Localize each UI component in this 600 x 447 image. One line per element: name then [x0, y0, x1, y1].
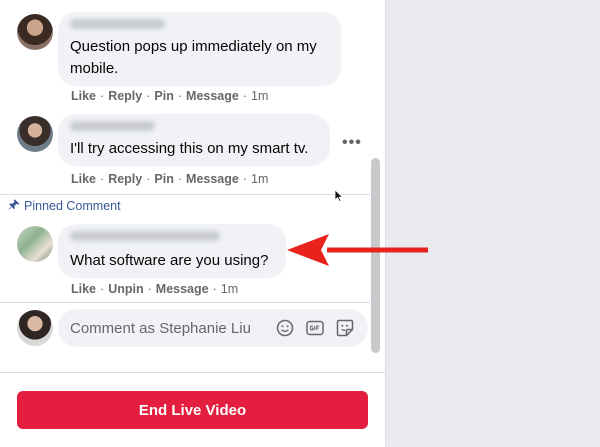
reply-link[interactable]: Reply — [108, 89, 142, 103]
like-link[interactable]: Like — [71, 89, 96, 103]
reply-link[interactable]: Reply — [108, 172, 142, 186]
comment-text: I'll try accessing this on my smart tv. — [70, 140, 309, 157]
comment-bubble: What software are you using? — [58, 224, 286, 278]
comment-timestamp: 1m — [220, 282, 239, 296]
pin-link[interactable]: Pin — [154, 89, 173, 103]
commenter-name-blurred[interactable] — [70, 231, 220, 241]
comment-timestamp: 1m — [251, 172, 269, 186]
comment-text: What software are you using? — [70, 252, 269, 269]
gif-icon[interactable] — [306, 319, 324, 337]
user-avatar — [17, 310, 53, 346]
commenter-avatar[interactable] — [17, 226, 53, 262]
comment-actions: Like · Reply · Pin · Message · 1m — [71, 172, 269, 186]
commenter-name-blurred[interactable] — [70, 121, 155, 131]
comment-composer[interactable] — [58, 309, 368, 347]
comment-text: Question pops up immediately on my — [70, 38, 317, 55]
message-link[interactable]: Message — [186, 172, 239, 186]
pin-link[interactable]: Pin — [154, 172, 173, 186]
video-area-background — [386, 0, 600, 446]
commenter-avatar[interactable] — [17, 14, 53, 50]
comment-text: mobile. — [70, 60, 119, 77]
message-link[interactable]: Message — [156, 282, 209, 296]
comment-bubble: Question pops up immediately on my mobil… — [58, 12, 341, 86]
more-options-icon[interactable]: ••• — [342, 134, 362, 152]
comment-actions: Like · Reply · Pin · Message · 1m — [71, 89, 269, 103]
emoji-icon[interactable] — [276, 319, 294, 337]
unpin-link[interactable]: Unpin — [108, 282, 143, 296]
like-link[interactable]: Like — [71, 172, 96, 186]
commenter-name-blurred[interactable] — [70, 19, 165, 29]
annotation-arrow — [287, 234, 428, 266]
live-controls-footer: End Live Video — [0, 372, 385, 447]
pinned-divider — [0, 194, 370, 195]
mouse-cursor-icon — [334, 189, 344, 203]
live-comments-panel: Question pops up immediately on my mobil… — [0, 0, 386, 447]
comment-bubble: I'll try accessing this on my smart tv. — [58, 114, 330, 166]
composer-divider — [0, 302, 370, 303]
comment-actions: Like · Unpin · Message · 1m — [71, 282, 239, 296]
message-link[interactable]: Message — [186, 89, 239, 103]
pinned-comment-header: Pinned Comment — [8, 199, 121, 213]
like-link[interactable]: Like — [71, 282, 96, 296]
commenter-avatar[interactable] — [17, 116, 53, 152]
pin-icon — [8, 199, 20, 210]
sticker-icon[interactable] — [336, 319, 354, 337]
comment-timestamp: 1m — [251, 89, 269, 103]
comment-input[interactable] — [70, 309, 270, 347]
pinned-comment-label: Pinned Comment — [24, 199, 121, 213]
end-live-video-button[interactable]: End Live Video — [17, 391, 368, 429]
